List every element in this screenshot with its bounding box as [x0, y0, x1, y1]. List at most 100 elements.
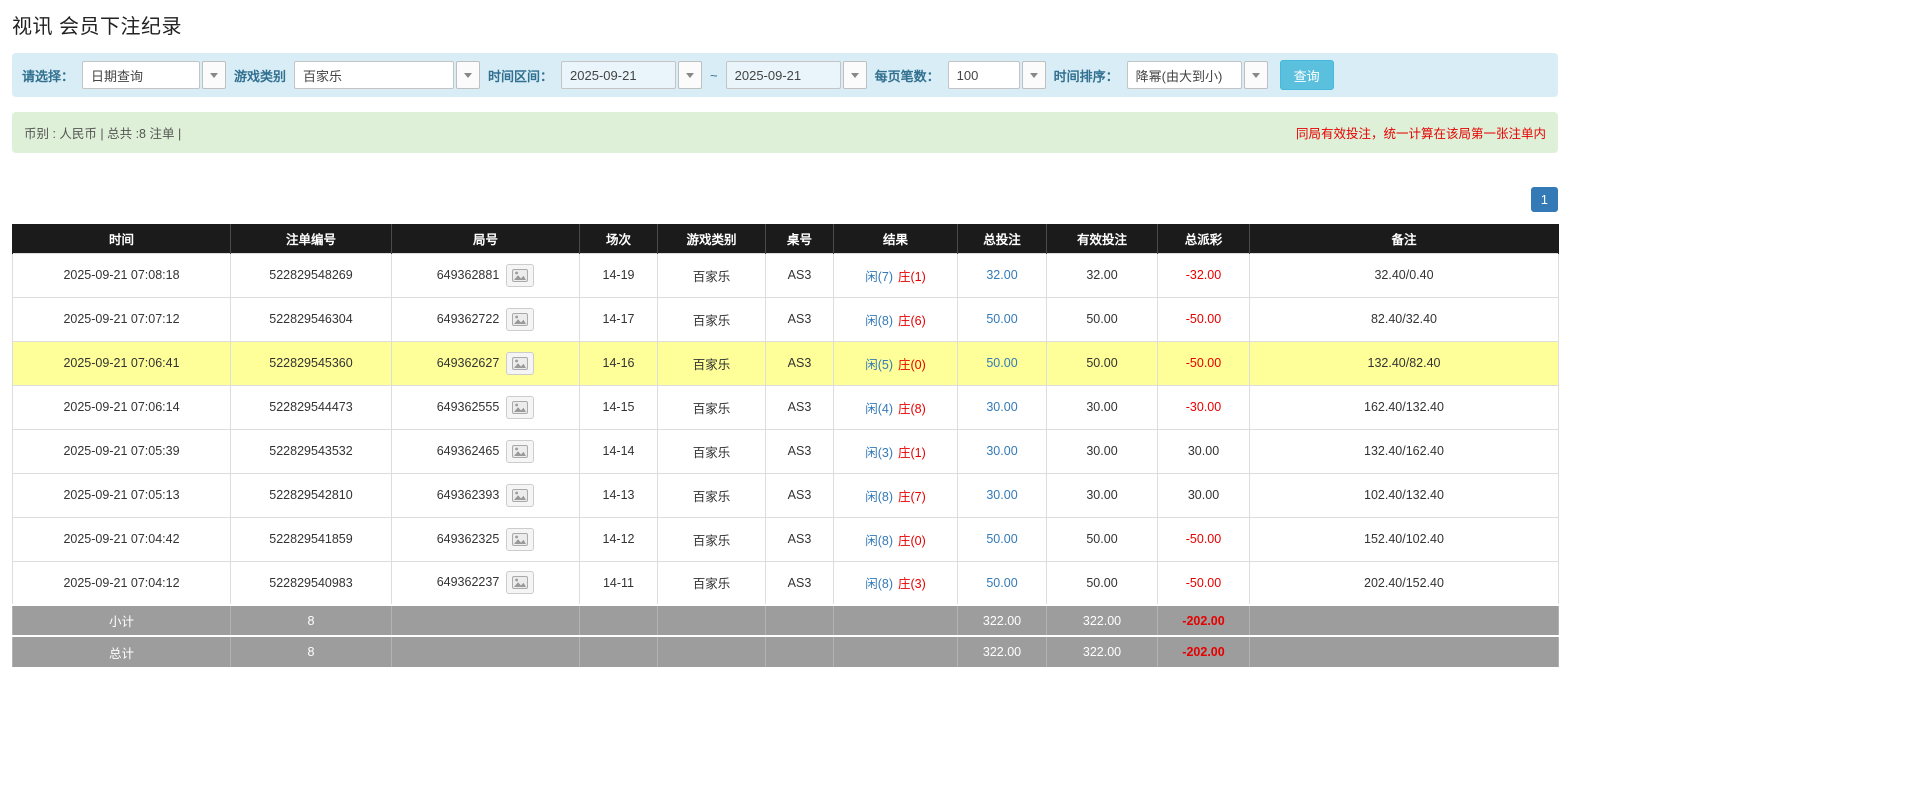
cell-payout: -50.00 — [1157, 560, 1250, 606]
date-from-input[interactable] — [561, 61, 677, 89]
round-media-button[interactable] — [506, 307, 535, 331]
summary-cell: 322.00 — [957, 604, 1047, 636]
round-media-button[interactable] — [506, 351, 535, 375]
cell-payout: 30.00 — [1157, 472, 1250, 518]
summary-cell: 322.00 — [957, 635, 1047, 667]
sort-order-input[interactable] — [1126, 61, 1242, 89]
cell-session: 14-12 — [579, 516, 658, 562]
table-body: 2025-09-21 07:08:18 522829548269 6493628… — [12, 252, 1559, 667]
date-type-input[interactable] — [82, 61, 201, 89]
result-player: 闲(8) — [865, 577, 893, 592]
date-type-dropdown-button[interactable] — [202, 61, 227, 89]
date-from-combobox — [561, 61, 703, 89]
cell-total-bet[interactable]: 30.00 — [957, 384, 1047, 430]
column-header: 局号 — [391, 224, 580, 253]
summary-cell — [1249, 635, 1559, 667]
cell-total-bet[interactable]: 50.00 — [957, 340, 1047, 386]
result-player: 闲(7) — [865, 269, 893, 284]
date-type-combobox — [82, 61, 227, 89]
result-player: 闲(8) — [865, 533, 893, 548]
info-bar: 币别 : 人民币 | 总共 :8 注单 | 同局有效投注，统一计算在该局第一张注… — [12, 112, 1558, 153]
cell-bet-id: 522829548269 — [230, 252, 392, 298]
cell-total-bet[interactable]: 32.00 — [957, 252, 1047, 298]
cell-payout: -32.00 — [1157, 252, 1250, 298]
cell-payout: -50.00 — [1157, 340, 1250, 386]
round-media-button[interactable] — [506, 395, 535, 419]
cell-table-no: AS3 — [765, 384, 834, 430]
filter-bar: 请选择： 游戏类别 时间区间： ~ 每页笔数： 时间排序： — [12, 53, 1558, 97]
image-icon — [512, 532, 529, 546]
table-row: 2025-09-21 07:06:41 522829545360 6493626… — [12, 340, 1559, 386]
round-id: 649362627 — [436, 355, 500, 370]
round-media-button[interactable] — [506, 527, 535, 551]
summary-cell: -202.00 — [1157, 604, 1250, 636]
date-to-dropdown-button[interactable] — [842, 61, 867, 89]
page-number-button[interactable]: 1 — [1530, 187, 1558, 212]
cell-bet-id: 522829545360 — [230, 340, 392, 386]
cell-total-bet[interactable]: 50.00 — [957, 516, 1047, 562]
table-row: 2025-09-21 07:08:18 522829548269 6493628… — [12, 252, 1559, 298]
cell-table-no: AS3 — [765, 296, 834, 342]
cell-game-type: 百家乐 — [657, 428, 766, 474]
page-container: 视讯 会员下注纪录 请选择： 游戏类别 时间区间： ~ 每页笔数： 时间排序： — [12, 10, 1559, 667]
date-to-input[interactable] — [725, 61, 841, 89]
cell-round: 649362325 — [391, 516, 580, 562]
round-id: 649362325 — [436, 531, 500, 546]
per-page-label: 每页笔数： — [874, 68, 940, 84]
cell-payout: -30.00 — [1157, 384, 1250, 430]
sort-order-combobox — [1126, 61, 1268, 89]
column-header: 游戏类别 — [657, 224, 766, 253]
cell-session: 14-11 — [579, 560, 658, 606]
result-banker: 庄(1) — [898, 269, 926, 284]
result-banker: 庄(7) — [898, 489, 926, 504]
cell-note: 132.40/82.40 — [1249, 340, 1559, 386]
sort-order-dropdown-button[interactable] — [1243, 61, 1268, 89]
round-media-button[interactable] — [506, 263, 535, 287]
notice-text: 同局有效投注，统一计算在该局第一张注单内 — [1295, 127, 1546, 141]
betting-records-table: 时间 注单编号 局号 场次 游戏类别 桌号 结果 总投注 有效投注 总派彩 备注 2025-09-2… — [12, 224, 1559, 667]
cell-total-bet[interactable]: 50.00 — [957, 296, 1047, 342]
cell-session: 14-17 — [579, 296, 658, 342]
summary-label: 小计 — [12, 604, 231, 636]
summary-cell — [391, 635, 580, 667]
column-header: 总派彩 — [1157, 224, 1250, 253]
cell-round: 649362237 — [391, 560, 580, 606]
image-icon — [512, 576, 529, 590]
per-page-dropdown-button[interactable] — [1021, 61, 1046, 89]
cell-note: 132.40/162.40 — [1249, 428, 1559, 474]
game-type-dropdown-button[interactable] — [456, 61, 481, 89]
cell-total-bet[interactable]: 30.00 — [957, 428, 1047, 474]
result-player: 闲(8) — [865, 313, 893, 328]
cell-time: 2025-09-21 07:06:41 — [12, 340, 231, 386]
column-header: 结果 — [833, 224, 958, 253]
date-from-dropdown-button[interactable] — [678, 61, 703, 89]
cell-game-type: 百家乐 — [657, 560, 766, 606]
round-media-button[interactable] — [506, 483, 535, 507]
cell-result: 闲(7) 庄(1) — [833, 252, 958, 298]
cell-payout: -50.00 — [1157, 516, 1250, 562]
game-type-input[interactable] — [294, 61, 455, 89]
column-header: 有效投注 — [1046, 224, 1158, 253]
cell-game-type: 百家乐 — [657, 472, 766, 518]
cell-round: 649362393 — [391, 472, 580, 518]
chevron-down-icon — [1251, 72, 1260, 78]
sort-order-label: 时间排序： — [1053, 68, 1119, 84]
round-id: 649362393 — [436, 487, 500, 502]
cell-bet-id: 522829540983 — [230, 560, 392, 606]
per-page-input[interactable] — [947, 61, 1020, 89]
cell-session: 14-19 — [579, 252, 658, 298]
search-button[interactable]: 查询 — [1279, 60, 1334, 90]
summary-cell — [833, 604, 958, 636]
cell-time: 2025-09-21 07:05:39 — [12, 428, 231, 474]
image-icon — [512, 356, 529, 370]
cell-valid-bet: 50.00 — [1046, 560, 1158, 606]
cell-round: 649362555 — [391, 384, 580, 430]
round-media-button[interactable] — [506, 571, 535, 595]
result-banker: 庄(0) — [898, 357, 926, 372]
result-player: 闲(4) — [865, 401, 893, 416]
round-media-button[interactable] — [506, 439, 535, 463]
result-player: 闲(3) — [865, 445, 893, 460]
cell-table-no: AS3 — [765, 428, 834, 474]
cell-total-bet[interactable]: 30.00 — [957, 472, 1047, 518]
cell-total-bet[interactable]: 50.00 — [957, 560, 1047, 606]
